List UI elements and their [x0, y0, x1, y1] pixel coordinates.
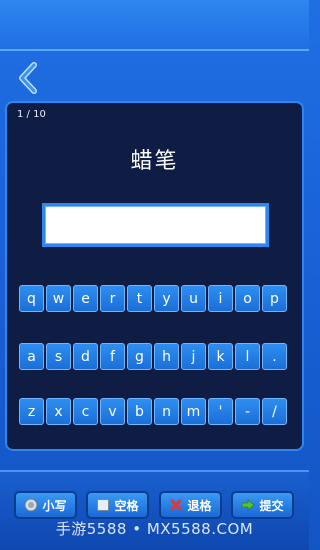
top-strip	[0, 0, 309, 50]
key-z[interactable]: z	[19, 398, 44, 425]
key-g[interactable]: g	[127, 343, 152, 370]
key-period[interactable]: .	[262, 343, 287, 370]
submit-label: 提交	[259, 498, 284, 513]
key-j[interactable]: j	[181, 343, 206, 370]
key-p[interactable]: p	[262, 285, 287, 312]
quiz-panel: 1 / 10 蜡笔 q w e r t y u i o p a s d f g …	[5, 101, 304, 451]
key-v[interactable]: v	[100, 398, 125, 425]
key-c[interactable]: c	[73, 398, 98, 425]
key-k[interactable]: k	[208, 343, 233, 370]
key-f[interactable]: f	[100, 343, 125, 370]
key-x[interactable]: x	[46, 398, 71, 425]
red-x-icon	[170, 499, 182, 511]
key-r[interactable]: r	[100, 285, 125, 312]
back-button[interactable]	[16, 62, 42, 94]
key-t[interactable]: t	[127, 285, 152, 312]
chevron-left-icon	[19, 62, 37, 94]
square-icon	[97, 499, 110, 511]
key-b[interactable]: b	[127, 398, 152, 425]
progress-counter: 1 / 10	[17, 109, 46, 120]
key-d[interactable]: d	[73, 343, 98, 370]
key-w[interactable]: w	[46, 285, 71, 312]
key-l[interactable]: l	[235, 343, 260, 370]
key-h[interactable]: h	[154, 343, 179, 370]
lowercase-button[interactable]: 小写	[14, 491, 77, 519]
watermark-text: 手游5588 • MX5588.COM	[55, 520, 254, 538]
backspace-button[interactable]: 退格	[159, 491, 222, 519]
answer-input[interactable]	[42, 203, 269, 247]
space-label: 空格	[114, 498, 139, 513]
backspace-label: 退格	[187, 498, 212, 513]
key-o[interactable]: o	[235, 285, 260, 312]
keyboard-row-3: z x c v b n m ' - /	[19, 398, 287, 426]
key-u[interactable]: u	[181, 285, 206, 312]
keyboard-row-1: q w e r t y u i o p	[19, 285, 287, 313]
key-q[interactable]: q	[19, 285, 44, 312]
keyboard-row-2: a s d f g h j k l .	[19, 343, 287, 371]
toggle-circle-icon	[24, 498, 38, 512]
submit-button[interactable]: 提交	[231, 491, 294, 519]
key-n[interactable]: n	[154, 398, 179, 425]
space-button[interactable]: 空格	[86, 491, 149, 519]
key-a[interactable]: a	[19, 343, 44, 370]
key-slash[interactable]: /	[262, 398, 287, 425]
lowercase-label: 小写	[42, 498, 67, 513]
key-e[interactable]: e	[73, 285, 98, 312]
key-i[interactable]: i	[208, 285, 233, 312]
key-hyphen[interactable]: -	[235, 398, 260, 425]
key-apostrophe[interactable]: '	[208, 398, 233, 425]
key-s[interactable]: s	[46, 343, 71, 370]
key-y[interactable]: y	[154, 285, 179, 312]
prompt-word: 蜡笔	[130, 149, 179, 174]
key-m[interactable]: m	[181, 398, 206, 425]
top-divider	[0, 49, 309, 51]
green-arrow-icon	[242, 499, 256, 511]
bottom-divider	[0, 470, 309, 472]
